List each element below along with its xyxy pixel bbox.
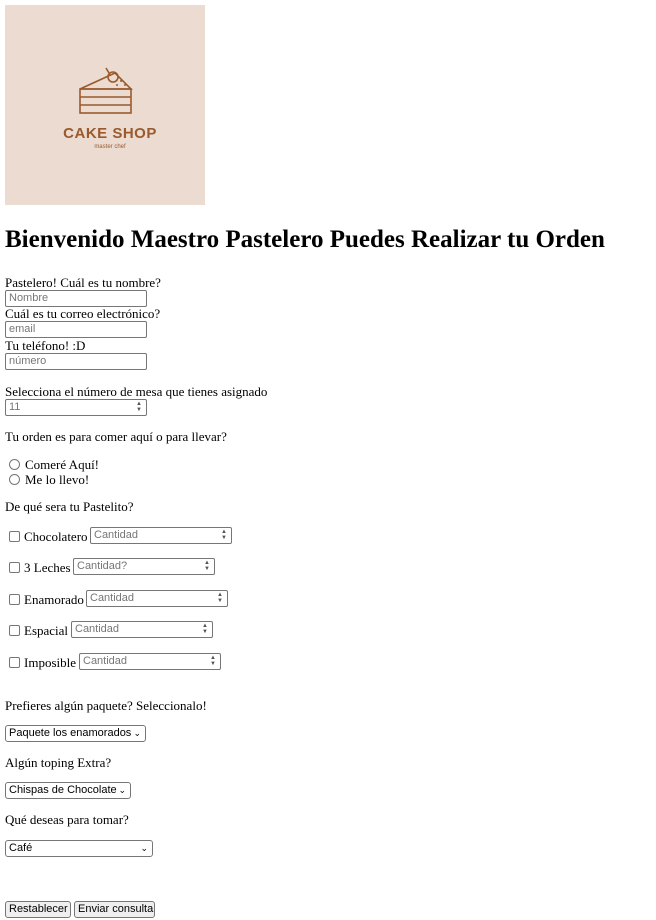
table-number-input[interactable]: 11 ▲ ▼ [5,399,147,416]
reset-button[interactable]: Restablecer [5,901,71,918]
spinner-icon[interactable]: ▲ ▼ [202,560,212,573]
table-label: Selecciona el número de mesa que tienes … [5,384,268,399]
radio-eat-here-label: Comeré Aquí! [25,457,100,472]
quantity-enamorado[interactable]: Cantidad ▲ ▼ [86,590,228,607]
package-label: Prefieres algún paquete? Seleccionalo! [5,698,207,713]
phone-label: Tu teléfono! :D [5,338,86,353]
cake-label: De qué sera tu Pastelito? [5,499,134,514]
drink-select[interactable]: Café ⌄ [5,840,153,857]
drink-selected: Café [9,842,33,854]
submit-button[interactable]: Enviar consulta [74,901,155,918]
spinner-icon[interactable]: ▲ ▼ [208,655,218,668]
radio-eat-here[interactable] [9,459,20,470]
email-label: Cuál es tu correo electrónico? [5,306,161,321]
checkbox-espacial[interactable] [9,625,20,636]
topping-selected: Chispas de Chocolate [9,784,117,796]
radio-take-away[interactable] [9,474,20,485]
cake-name-enamorado: Enamorado [24,592,84,607]
package-select[interactable]: Paquete los enamorados ⌄ [5,725,146,742]
logo-brand: CAKE SHOP [63,125,157,142]
chevron-down-icon: ⌄ [140,843,148,853]
spinner-icon[interactable]: ▲ ▼ [215,592,225,605]
cake-shop-logo: CAKE SHOP master chef [5,5,205,205]
chevron-down-icon: ⌄ [118,785,126,795]
quantity-placeholder: Cantidad [83,655,128,667]
quantity-placeholder: Cantidad [75,623,120,635]
name-input[interactable]: Nombre [5,290,147,307]
email-input[interactable]: email [5,321,147,338]
quantity-placeholder: Cantidad? [77,560,128,572]
table-number-value: 11 [9,401,21,413]
topping-label: Algún toping Extra? [5,755,112,770]
cake-name-3-leches: 3 Leches [24,560,71,575]
checkbox-3-leches[interactable] [9,562,20,573]
spinner-icon[interactable]: ▲ ▼ [219,529,229,542]
radio-take-away-label: Me lo llevo! [25,472,90,487]
cake-slice-icon: CAKE SHOP master chef [63,67,157,150]
quantity-placeholder: Cantidad [94,529,139,541]
cake-name-chocolatero: Chocolatero [24,529,88,544]
quantity-imposible[interactable]: Cantidad ▲ ▼ [79,653,221,670]
topping-select[interactable]: Chispas de Chocolate ⌄ [5,782,131,799]
name-label: Pastelero! Cuál es tu nombre? [5,275,161,290]
checkbox-imposible[interactable] [9,657,20,668]
chevron-down-icon: ⌄ [133,728,141,738]
spinner-icon[interactable]: ▲ ▼ [134,401,144,414]
quantity-espacial[interactable]: Cantidad ▲ ▼ [71,621,213,638]
checkbox-chocolatero[interactable] [9,531,20,542]
spinner-icon[interactable]: ▲ ▼ [200,623,210,636]
package-selected: Paquete los enamorados [9,727,132,739]
phone-input[interactable]: número [5,353,147,370]
cake-name-espacial: Espacial [24,623,69,638]
drink-label: Qué deseas para tomar? [5,812,129,827]
cake-name-imposible: Imposible [24,655,76,670]
quantity-3-leches[interactable]: Cantidad? ▲ ▼ [73,558,215,575]
checkbox-enamorado[interactable] [9,594,20,605]
page-title: Bienvenido Maestro Pastelero Puedes Real… [5,226,605,253]
quantity-chocolatero[interactable]: Cantidad ▲ ▼ [90,527,232,544]
quantity-placeholder: Cantidad [90,592,135,604]
order-type-label: Tu orden es para comer aquí o para lleva… [5,429,227,444]
logo-tagline: master chef [94,144,126,150]
